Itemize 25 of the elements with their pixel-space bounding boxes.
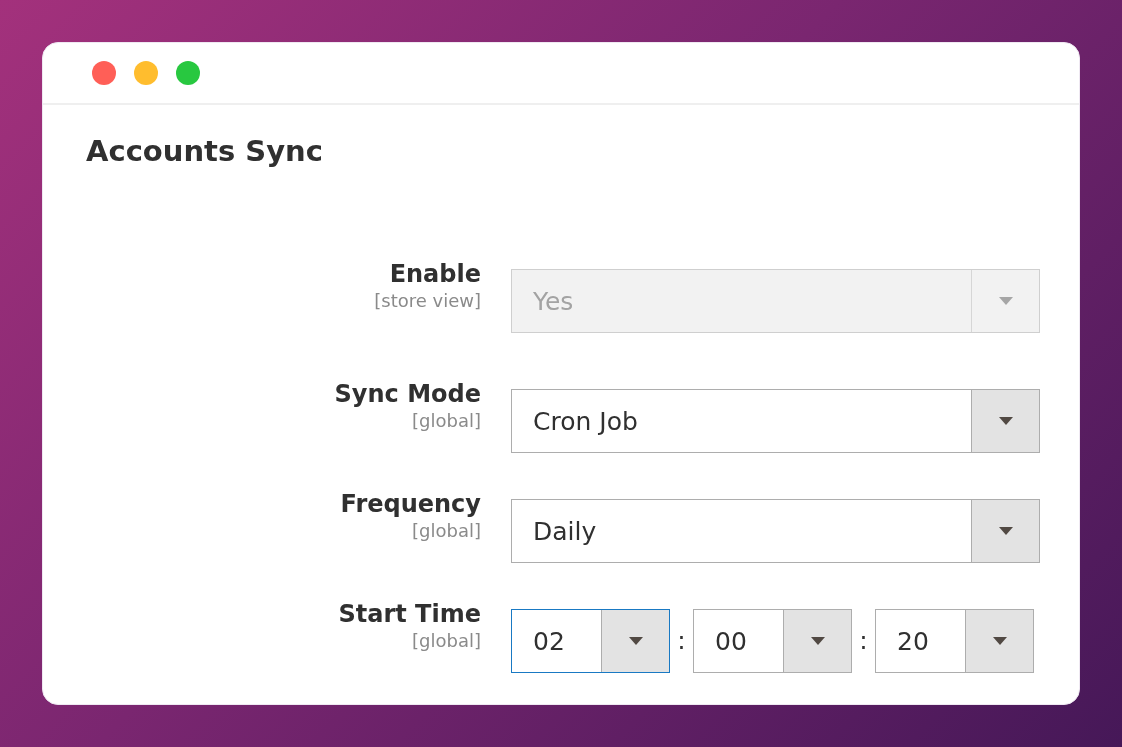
window-control-dot-icon[interactable] (176, 61, 200, 85)
caret-down-icon (998, 297, 1013, 305)
caret-down-icon (998, 417, 1013, 425)
field-label: Enable (389, 259, 481, 289)
window-control-dot-icon[interactable] (92, 61, 116, 85)
window-control-dot-icon[interactable] (134, 61, 158, 85)
scope-label: [store view] (374, 289, 481, 313)
caret-down-icon (998, 527, 1013, 535)
scope-label: [global] (412, 519, 481, 543)
dropdown[interactable]: Daily (511, 499, 1040, 563)
time-separator: : (858, 625, 869, 657)
field-label: Start Time (338, 599, 481, 629)
field-label: Frequency (340, 489, 481, 519)
caret-down-icon (810, 637, 825, 645)
caret-down-icon (992, 637, 1007, 645)
scope-label: [global] (412, 629, 481, 653)
field-label: Sync Mode (334, 379, 481, 409)
dropdown[interactable]: 02 (511, 609, 670, 673)
caret-down-icon (628, 637, 643, 645)
page-title: Accounts Sync (86, 133, 324, 169)
time-separator: : (676, 625, 687, 657)
dropdown[interactable]: 00 (693, 609, 852, 673)
dropdown[interactable]: Cron Job (511, 389, 1040, 453)
scope-label: [global] (412, 409, 481, 433)
dropdown[interactable]: 20 (875, 609, 1034, 673)
